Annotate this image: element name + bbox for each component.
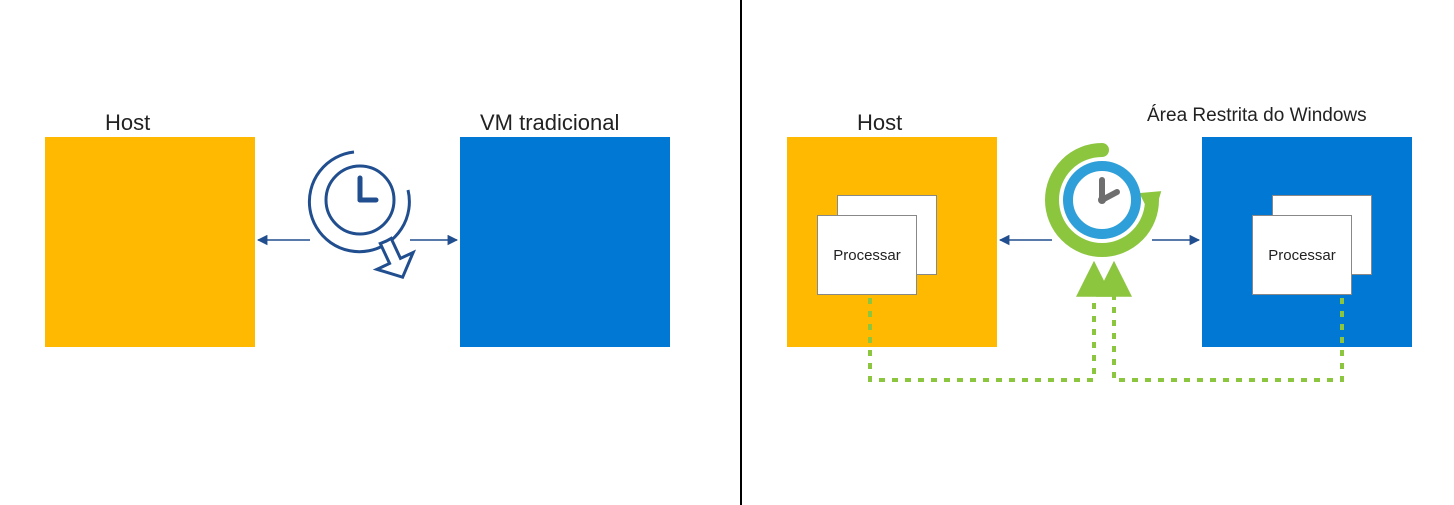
host-process-stack: Processar — [817, 195, 937, 295]
sandbox-label-right: Área Restrita do Windows — [1147, 105, 1367, 127]
sandbox-process-stack: Processar — [1252, 195, 1372, 295]
vm-label-left: VM tradicional — [480, 110, 619, 136]
host-process-front: Processar — [817, 215, 917, 295]
vm-box-left — [460, 137, 670, 347]
sandbox-process-front: Processar — [1252, 215, 1352, 295]
host-box-left — [45, 137, 255, 347]
sandbox-panel: Host Área Restrita do Windows Processar … — [742, 0, 1454, 505]
host-label-right: Host — [857, 110, 902, 136]
traditional-vm-panel: Host VM tradicional — [0, 0, 740, 505]
integrated-scheduler-icon — [1052, 150, 1164, 250]
host-label-left: Host — [105, 110, 150, 136]
scheduler-clock-icon — [309, 152, 420, 286]
